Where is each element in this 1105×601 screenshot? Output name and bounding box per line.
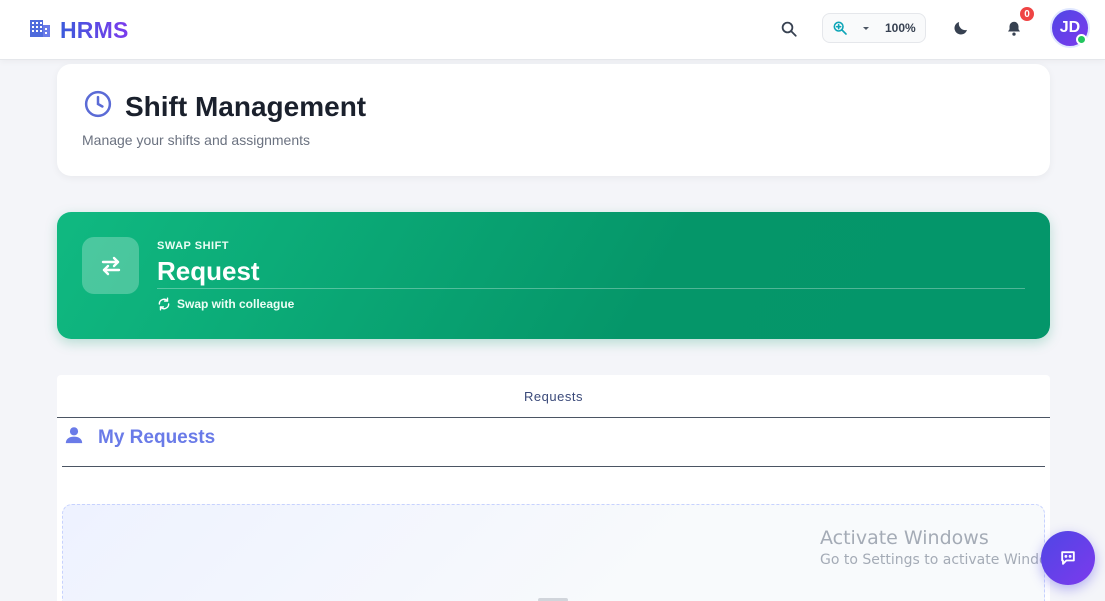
moon-icon <box>954 22 967 35</box>
chat-icon <box>1061 551 1075 565</box>
activate-windows-subtitle: Go to Settings to activate Windows. <box>820 552 1071 568</box>
refresh-icon <box>158 297 170 311</box>
online-status-indicator <box>1076 34 1087 45</box>
search-button[interactable] <box>776 16 802 42</box>
section-divider <box>62 466 1045 467</box>
brand-logo[interactable]: HRMS <box>29 17 129 44</box>
my-requests-header: My Requests <box>64 426 215 449</box>
swap-shift-meta-text: Swap with colleague <box>177 297 295 311</box>
zoom-level: 100% <box>885 21 916 35</box>
swap-card-divider <box>157 288 1025 289</box>
search-icon <box>781 21 797 37</box>
swap-shift-kicker: SWAP SHIFT <box>157 240 230 252</box>
activate-windows-title: Activate Windows <box>820 527 989 549</box>
building-icon <box>29 18 51 43</box>
my-requests-title: My Requests <box>98 426 216 448</box>
caret-down-icon[interactable] <box>855 17 877 39</box>
swap-shift-title: Request <box>157 256 260 286</box>
top-navbar: HRMS 100% 0 JD <box>0 0 1105 60</box>
clock-icon <box>83 89 113 124</box>
zoom-control[interactable]: 100% <box>822 13 926 43</box>
swap-shift-meta: Swap with colleague <box>157 297 294 311</box>
swap-arrows-icon <box>82 237 139 294</box>
user-icon <box>64 426 84 449</box>
tab-requests[interactable]: Requests <box>57 375 1050 418</box>
chat-fab-button[interactable] <box>1041 531 1095 585</box>
bell-icon <box>1008 21 1020 36</box>
notification-badge: 0 <box>1018 5 1036 23</box>
brand-name: HRMS <box>60 17 129 43</box>
page-title: Shift Management <box>125 90 367 122</box>
page-subtitle: Manage your shifts and assignments <box>82 132 311 148</box>
swap-shift-card[interactable]: SWAP SHIFT Request Swap with colleague <box>57 212 1050 339</box>
theme-toggle-button[interactable] <box>948 15 974 41</box>
page-header-card: Shift Management Manage your shifts and … <box>57 64 1050 176</box>
zoom-in-icon[interactable] <box>829 17 851 39</box>
